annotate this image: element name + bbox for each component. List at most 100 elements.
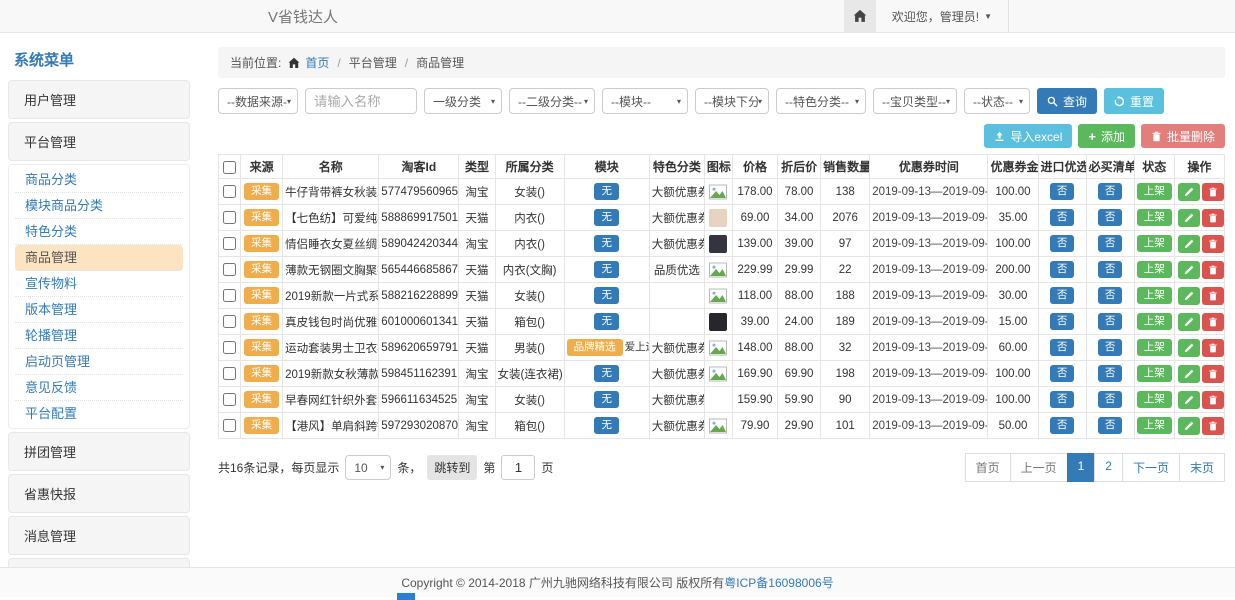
breadcrumb-home-link[interactable]: 首页 xyxy=(305,54,329,71)
must-buy-toggle[interactable]: 否 xyxy=(1098,287,1123,304)
pager-button[interactable]: 下一页 xyxy=(1122,453,1180,482)
home-button[interactable] xyxy=(844,0,876,33)
pager-button[interactable]: 1 xyxy=(1067,453,1096,482)
status-toggle[interactable]: 上架 xyxy=(1137,209,1172,226)
status-toggle[interactable]: 上架 xyxy=(1137,391,1172,408)
import-select-toggle[interactable]: 否 xyxy=(1050,417,1075,434)
import-select-toggle[interactable]: 否 xyxy=(1050,365,1075,382)
filter-status-select[interactable]: --状态--▾ xyxy=(964,88,1030,114)
filter-level2-category-select[interactable]: --二级分类--▾ xyxy=(509,88,595,114)
status-toggle[interactable]: 上架 xyxy=(1137,183,1172,200)
filter-data-source-select[interactable]: --数据来源--▾ xyxy=(218,88,298,114)
must-buy-toggle[interactable]: 否 xyxy=(1098,183,1123,200)
delete-button[interactable] xyxy=(1202,287,1224,305)
import-select-toggle[interactable]: 否 xyxy=(1050,339,1075,356)
delete-button[interactable] xyxy=(1202,339,1224,357)
delete-button[interactable] xyxy=(1202,313,1224,331)
status-toggle[interactable]: 上架 xyxy=(1137,339,1172,356)
sidebar-item-message-mgmt[interactable]: 消息管理 xyxy=(8,516,190,555)
pager-button[interactable]: 末页 xyxy=(1179,453,1225,482)
sidebar-subitem-module-product-category[interactable]: 模块商品分类 xyxy=(15,193,183,219)
filter-module-subcategory-select[interactable]: --模块下分类--▾ xyxy=(695,88,769,114)
sidebar-subitem-platform-config[interactable]: 平台配置 xyxy=(15,401,183,426)
module-badge[interactable]: 无 xyxy=(594,391,619,408)
reset-button[interactable]: 重置 xyxy=(1104,88,1164,114)
row-checkbox[interactable] xyxy=(223,419,236,432)
module-badge[interactable]: 无 xyxy=(594,287,619,304)
row-checkbox[interactable] xyxy=(223,211,236,224)
row-checkbox[interactable] xyxy=(223,341,236,354)
row-checkbox[interactable] xyxy=(223,367,236,380)
row-checkbox[interactable] xyxy=(223,393,236,406)
status-toggle[interactable]: 上架 xyxy=(1137,287,1172,304)
edit-button[interactable] xyxy=(1178,417,1200,435)
row-checkbox[interactable] xyxy=(223,263,236,276)
filter-name-input[interactable] xyxy=(305,88,417,114)
import-select-toggle[interactable]: 否 xyxy=(1050,313,1075,330)
filter-item-type-select[interactable]: --宝贝类型--▾ xyxy=(873,88,957,114)
sidebar-subitem-version-mgmt[interactable]: 版本管理 xyxy=(15,297,183,323)
edit-button[interactable] xyxy=(1178,339,1200,357)
page-number-input[interactable] xyxy=(501,455,535,480)
sidebar-subitem-carousel-mgmt[interactable]: 轮播管理 xyxy=(15,323,183,349)
row-checkbox[interactable] xyxy=(223,315,236,328)
delete-button[interactable] xyxy=(1202,391,1224,409)
user-menu[interactable]: 欢迎您，管理员! ▼ xyxy=(876,0,1008,33)
bulk-delete-button[interactable]: 批量删除 xyxy=(1141,124,1225,148)
delete-button[interactable] xyxy=(1202,417,1224,435)
sidebar-subitem-feedback[interactable]: 意见反馈 xyxy=(15,375,183,401)
import-select-toggle[interactable]: 否 xyxy=(1050,209,1075,226)
search-button[interactable]: 查询 xyxy=(1037,88,1097,114)
module-badge[interactable]: 品牌精选 xyxy=(567,339,623,356)
delete-button[interactable] xyxy=(1202,365,1224,383)
edit-button[interactable] xyxy=(1178,287,1200,305)
pager-button[interactable]: 上一页 xyxy=(1010,453,1068,482)
sidebar-subitem-feature-category[interactable]: 特色分类 xyxy=(15,219,183,245)
row-checkbox[interactable] xyxy=(223,289,236,302)
sidebar-subitem-splash-page-mgmt[interactable]: 启动页管理 xyxy=(15,349,183,375)
status-toggle[interactable]: 上架 xyxy=(1137,261,1172,278)
edit-button[interactable] xyxy=(1178,183,1200,201)
must-buy-toggle[interactable]: 否 xyxy=(1098,313,1123,330)
module-badge[interactable]: 无 xyxy=(594,209,619,226)
import-select-toggle[interactable]: 否 xyxy=(1050,261,1075,278)
must-buy-toggle[interactable]: 否 xyxy=(1098,417,1123,434)
module-badge[interactable]: 无 xyxy=(594,417,619,434)
import-select-toggle[interactable]: 否 xyxy=(1050,235,1075,252)
pager-button[interactable]: 首页 xyxy=(965,453,1011,482)
pager-button[interactable]: 2 xyxy=(1094,453,1123,482)
sidebar-subitem-product-category[interactable]: 商品分类 xyxy=(15,167,183,193)
delete-button[interactable] xyxy=(1202,209,1224,227)
edit-button[interactable] xyxy=(1178,313,1200,331)
delete-button[interactable] xyxy=(1202,261,1224,279)
status-toggle[interactable]: 上架 xyxy=(1137,313,1172,330)
must-buy-toggle[interactable]: 否 xyxy=(1098,391,1123,408)
must-buy-toggle[interactable]: 否 xyxy=(1098,339,1123,356)
status-toggle[interactable]: 上架 xyxy=(1137,235,1172,252)
module-badge[interactable]: 无 xyxy=(594,235,619,252)
add-button[interactable]: + 添加 xyxy=(1078,124,1135,148)
must-buy-toggle[interactable]: 否 xyxy=(1098,365,1123,382)
sidebar-subitem-product-mgmt[interactable]: 商品管理 xyxy=(15,245,183,271)
filter-module-select[interactable]: --模块--▾ xyxy=(602,88,688,114)
module-badge[interactable]: 无 xyxy=(594,183,619,200)
sidebar-item-user-mgmt[interactable]: 用户管理 xyxy=(8,80,190,119)
import-excel-button[interactable]: 导入excel xyxy=(984,124,1072,148)
per-page-select[interactable]: 10 ▾ xyxy=(345,455,391,480)
status-toggle[interactable]: 上架 xyxy=(1137,417,1172,434)
module-badge[interactable]: 无 xyxy=(594,261,619,278)
sidebar-item-platform-mgmt[interactable]: 平台管理 xyxy=(8,122,190,161)
edit-button[interactable] xyxy=(1178,209,1200,227)
module-badge[interactable]: 无 xyxy=(594,313,619,330)
import-select-toggle[interactable]: 否 xyxy=(1050,391,1075,408)
module-badge[interactable]: 无 xyxy=(594,365,619,382)
filter-level1-category-select[interactable]: 一级分类▾ xyxy=(424,88,502,114)
select-all-checkbox[interactable] xyxy=(223,161,236,174)
delete-button[interactable] xyxy=(1202,183,1224,201)
filter-feature-category-select[interactable]: --特色分类--▾ xyxy=(776,88,866,114)
icp-link[interactable]: 粤ICP备16098006号 xyxy=(724,574,833,591)
delete-button[interactable] xyxy=(1202,235,1224,253)
sidebar-item-saving-news[interactable]: 省惠快报 xyxy=(8,474,190,513)
import-select-toggle[interactable]: 否 xyxy=(1050,183,1075,200)
row-checkbox[interactable] xyxy=(223,185,236,198)
